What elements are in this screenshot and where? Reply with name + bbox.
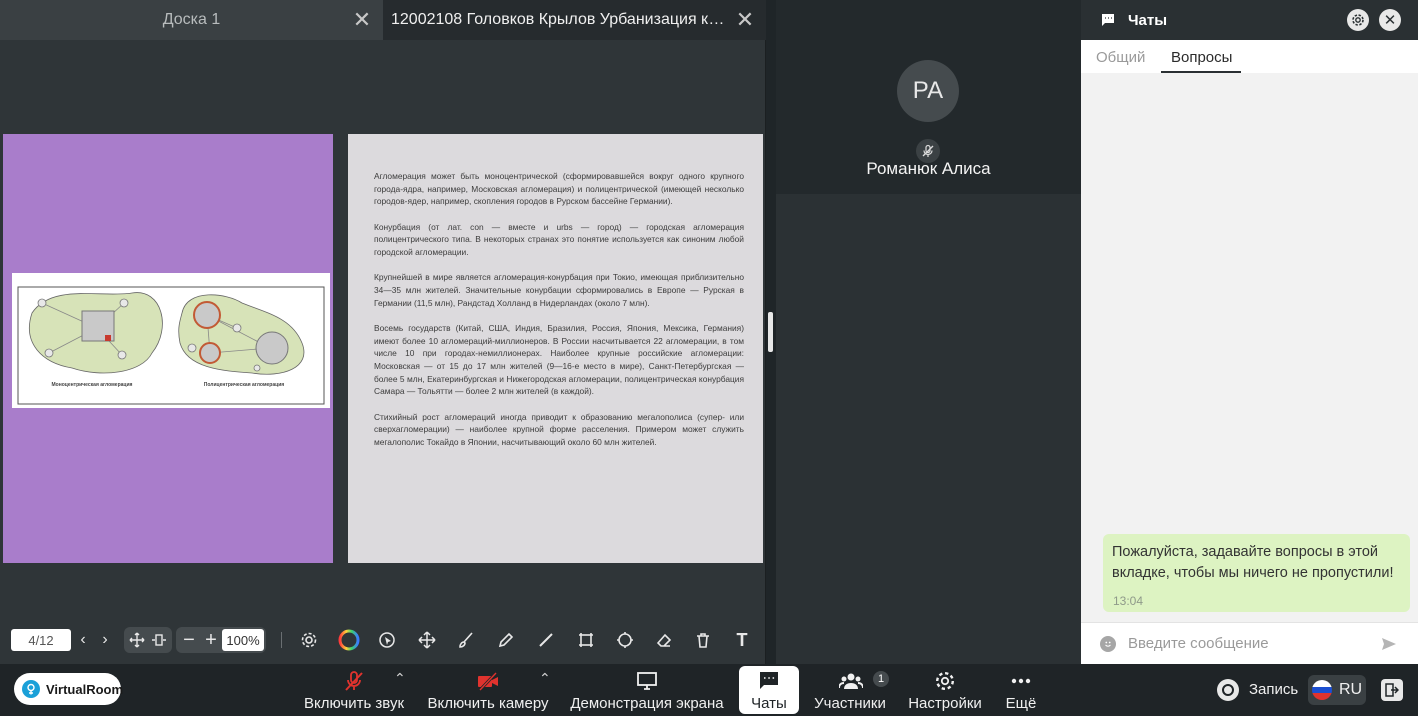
trash-icon[interactable] [692,629,714,651]
mic-off-icon [343,670,365,692]
users-icon [838,670,864,692]
chats-button[interactable]: Чаты [739,664,799,716]
pointer-icon[interactable] [376,629,398,651]
slide-paragraph: Конурбация (от лат. con — вместе и urbs … [374,221,744,258]
move-icon[interactable] [416,629,438,651]
message-time: 13:04 [1113,594,1144,608]
tab-label: 12002108 Головков Крылов Урбанизация как… [391,11,726,28]
toolbar-divider [281,632,282,648]
tab-document[interactable]: 12002108 Головков Крылов Урбанизация как… [383,0,766,40]
zoom-in-icon[interactable]: + [200,629,222,651]
fit-width-icon[interactable] [126,629,148,651]
whiteboard-area: Доска 1 ✕ 12002108 Головков Крылов Урбан… [0,0,766,664]
camera-label: Включить камеру [427,695,549,712]
gear-icon[interactable] [298,629,320,651]
camera-button[interactable]: Включить камеру [425,664,551,716]
audio-button[interactable]: Включить звук [300,664,408,716]
chevron-up-icon[interactable]: ⌃ [539,670,551,687]
zoom-out-icon[interactable]: − [178,629,200,651]
chat-icon [1101,13,1115,32]
avatar: РА [897,60,959,122]
more-button[interactable]: Ещё [995,664,1047,716]
language-label: RU [1339,681,1363,698]
emoji-icon[interactable] [1100,636,1116,652]
logo-icon [22,680,40,698]
chat-header: Чаты ✕ [1081,0,1418,40]
chat-message: Пожалуйста, задавайте вопросы в этой вкл… [1103,534,1410,612]
message-input[interactable]: Введите сообщение [1128,635,1269,652]
screen-share-label: Демонстрация экрана [570,695,724,712]
tab-board-1[interactable]: Доска 1 ✕ [0,0,383,40]
participant-name: Романюк Алиса [866,159,991,178]
page-indicator[interactable]: 4/12 [11,629,71,651]
slide-text-panel: Агломерация может быть моноцентрической … [348,134,763,563]
chevron-up-icon[interactable]: ⌃ [394,670,406,687]
more-label: Ещё [1005,695,1037,712]
chat-title: Чаты [1128,12,1168,29]
next-page-icon[interactable]: › [94,629,116,651]
agglomeration-diagram: Моноцентрическая агломерация Полицентрич… [12,273,330,408]
leave-button[interactable] [1381,679,1403,701]
close-chat-button[interactable]: ✕ [1379,9,1401,31]
close-icon[interactable]: ✕ [351,9,373,31]
slide-paragraph: Стихийный рост агломераций иногда привод… [374,411,744,447]
message-text: Пожалуйста, задавайте вопросы в этой вкл… [1112,544,1394,581]
circle-icon[interactable] [614,629,636,651]
text-tool-icon[interactable]: T [731,629,753,651]
virtualroom-logo: VirtualRoom [14,673,124,705]
camera-off-icon [477,670,499,692]
zoom-level[interactable]: 100% [222,629,264,651]
chat-tabs: Общий Вопросы [1081,40,1418,73]
exit-icon [1385,683,1399,697]
rectangle-icon[interactable] [575,629,597,651]
chat-panel: Чаты ✕ Общий Вопросы Пожалуйста, задавай… [1081,0,1418,664]
line-icon[interactable] [535,629,557,651]
board-tabbar: Доска 1 ✕ 12002108 Головков Крылов Урбан… [0,0,766,40]
participants-video-panel: РА Романюк Алиса [776,0,1081,664]
close-icon[interactable]: ✕ [734,9,756,31]
eraser-icon[interactable] [653,629,675,651]
logo-text: VirtualRoom [46,681,124,697]
panel-resize-handle[interactable] [768,312,773,352]
monitor-icon [636,670,658,692]
color-picker-icon[interactable] [338,629,360,651]
slide-paragraph: Восемь государств (Китай, США, Индия, Бр… [374,322,744,397]
active-tab-indicator [1161,71,1241,73]
slide-paragraph: Агломерация может быть моноцентрической … [374,171,744,207]
participants-count-badge: 1 [873,671,889,687]
fit-page-icon[interactable] [148,629,170,651]
tab-general[interactable]: Общий [1096,49,1145,66]
slide-text: Агломерация может быть моноцентрической … [374,170,744,461]
russian-flag-icon [1312,680,1332,700]
chat-icon [758,670,780,692]
pencil-icon[interactable] [495,629,517,651]
close-icon: ✕ [1383,12,1397,29]
board-toolbar: 4/12 ‹ › − + 100% T [0,622,766,658]
settings-label: Настройки [908,695,982,712]
gear-icon [934,670,956,692]
slide-paragraph: Крупнейшей в мире является агломерация-к… [374,272,744,308]
diagram-caption-right: Полицентрическая агломерация [204,382,285,388]
record-icon [1222,684,1234,696]
participant-tile[interactable]: РА Романюк Алиса [776,0,1081,194]
brush-icon[interactable] [455,629,477,651]
chat-settings-button[interactable] [1347,9,1369,31]
screen-share-button[interactable]: Демонстрация экрана [568,664,726,716]
prev-page-icon[interactable]: ‹ [72,629,94,651]
more-dots-icon [1010,670,1032,692]
language-switcher[interactable]: RU [1308,675,1366,705]
audio-label: Включить звук [303,695,405,712]
message-input-bar[interactable]: Введите сообщение [1081,622,1418,664]
record-label[interactable]: Запись [1249,681,1298,698]
gear-icon [1352,14,1364,26]
participants-label: Участники [814,695,886,712]
chats-label: Чаты [751,695,787,712]
tab-label: Доска 1 [162,11,221,28]
tab-questions[interactable]: Вопросы [1171,49,1232,66]
send-icon[interactable] [1381,636,1397,657]
bottom-control-bar: VirtualRoom Включить звук ⌃ Включить кам… [0,664,1418,716]
record-button[interactable] [1217,679,1239,701]
settings-button[interactable]: Настройки [905,664,985,716]
diagram-caption-left: Моноцентрическая агломерация [52,382,133,388]
